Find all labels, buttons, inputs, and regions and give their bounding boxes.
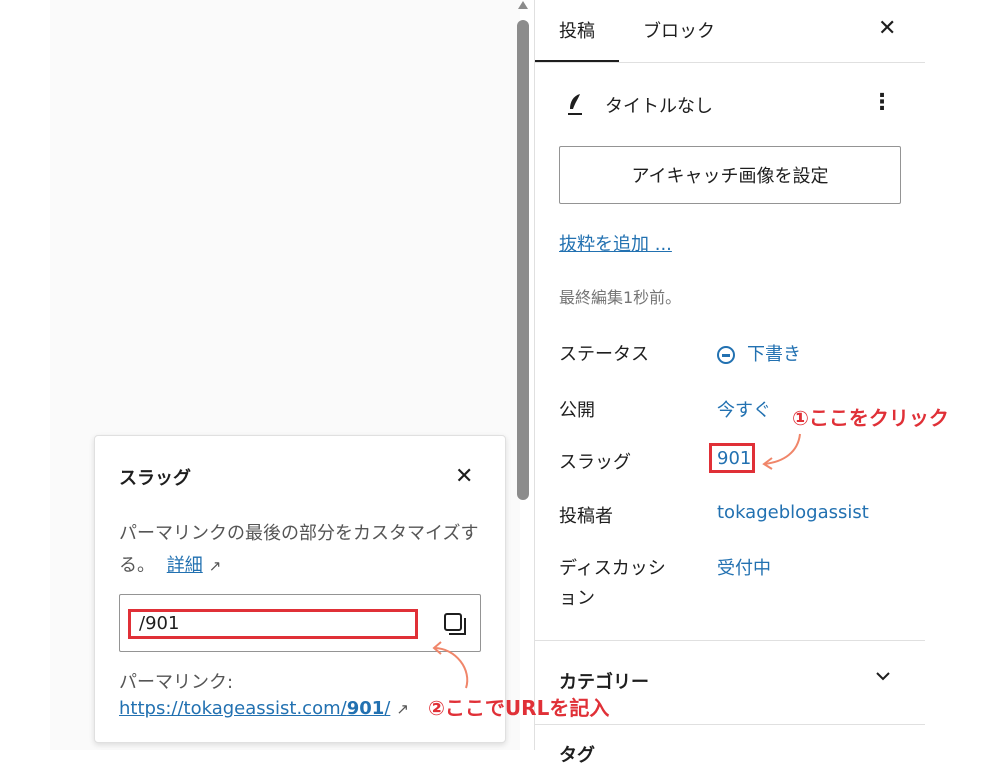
- annotation-arrow-2-icon: [432, 641, 469, 689]
- slug-highlight-box: [709, 443, 755, 473]
- add-excerpt-link[interactable]: 抜粋を追加 ...: [559, 230, 672, 256]
- sidebar-tabs: 投稿 ブロック ✕: [535, 0, 925, 63]
- feather-icon: [568, 94, 582, 115]
- permalink-slug: 901: [346, 698, 385, 719]
- permalink-url[interactable]: https://tokageassist.com/901/ ↗: [119, 698, 409, 719]
- author-label: 投稿者: [559, 506, 613, 527]
- post-title: タイトルなし: [605, 96, 713, 117]
- discussion-label-line2: ョン: [559, 588, 595, 609]
- discussion-label-line1: ディスカッシ: [559, 558, 666, 579]
- slug-input[interactable]: /901: [119, 594, 481, 652]
- publish-label: 公開: [559, 400, 595, 421]
- external-link-icon: ↗: [208, 557, 222, 575]
- discussion-value[interactable]: 受付中: [717, 554, 771, 580]
- permalink-suffix: /: [384, 698, 391, 719]
- annotation-step2: ②ここでURLを記入: [428, 696, 610, 720]
- permalink-label: パーマリンク:: [119, 672, 234, 693]
- tag-section-title-partial[interactable]: タグ: [559, 741, 595, 767]
- sidebar-close-icon[interactable]: ✕: [878, 16, 896, 41]
- slug-input-field[interactable]: /901: [128, 609, 418, 639]
- permalink-prefix: https://tokageassist.com/: [119, 698, 347, 719]
- status-value-text: 下書き: [747, 344, 801, 365]
- annotation-arrow-1-icon: [762, 433, 801, 470]
- popover-help-text: パーマリンクの最後の部分をカスタマイズする。 詳細 ↗: [119, 518, 489, 582]
- scroll-up-arrow-icon[interactable]: [517, 0, 529, 10]
- section-divider: [535, 640, 925, 641]
- last-edited-text: 最終編集1秒前。: [559, 288, 682, 307]
- tab-block[interactable]: ブロック: [643, 17, 715, 43]
- section-divider: [535, 724, 925, 725]
- author-value[interactable]: tokageblogassist: [717, 502, 869, 523]
- chevron-down-icon[interactable]: [875, 668, 891, 684]
- status-label: ステータス: [559, 344, 649, 365]
- copy-icon[interactable]: [442, 611, 468, 637]
- set-featured-image-button[interactable]: アイキャッチ画像を設定: [559, 146, 901, 204]
- category-section-title[interactable]: カテゴリー: [559, 668, 649, 694]
- help-details-link[interactable]: 詳細: [167, 555, 203, 576]
- popover-title: スラッグ: [119, 468, 191, 489]
- scrollbar-thumb[interactable]: [517, 20, 529, 500]
- status-draft-icon: [717, 346, 735, 364]
- slug-label: スラッグ: [559, 452, 631, 473]
- status-value[interactable]: 下書き: [717, 340, 801, 366]
- popover-close-icon[interactable]: ✕: [455, 464, 473, 489]
- settings-sidebar: 投稿 ブロック ✕ タイトルなし ⋮ アイキャッチ画像を設定 抜粋を追加 ...…: [534, 0, 925, 766]
- tab-post[interactable]: 投稿: [535, 17, 619, 62]
- permalink-link[interactable]: https://tokageassist.com/901/: [119, 698, 390, 719]
- external-link-icon: ↗: [396, 700, 409, 718]
- publish-value[interactable]: 今すぐ: [717, 396, 771, 422]
- annotation-step1: ①ここをクリック: [792, 406, 949, 430]
- more-options-icon[interactable]: ⋮: [871, 90, 893, 115]
